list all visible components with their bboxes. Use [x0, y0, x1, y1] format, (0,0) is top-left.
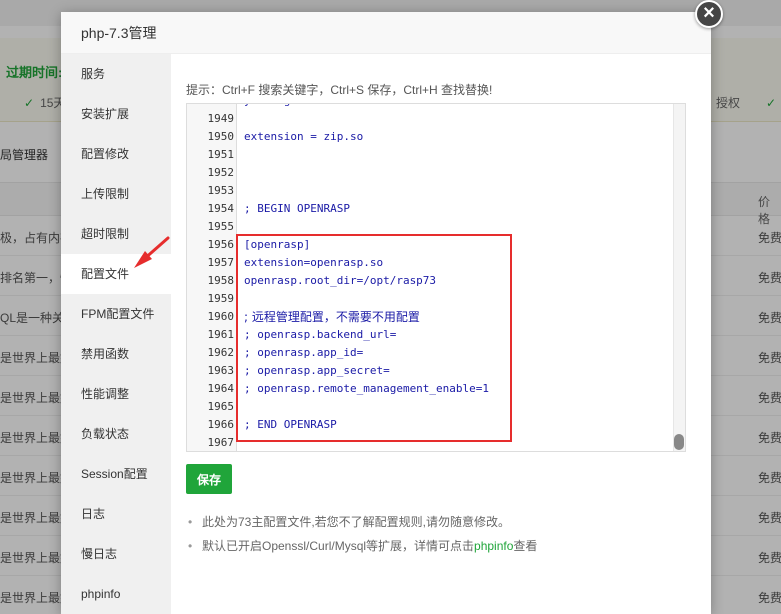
- code-line: 1961 ; openrasp.backend_url=: [187, 326, 673, 344]
- modal-title: php-7.3管理: [61, 12, 711, 54]
- line-number: 1948: [187, 104, 235, 110]
- notes-list: 此处为73主配置文件,若您不了解配置规则,请勿随意修改。 默认已开启Openss…: [186, 510, 537, 558]
- sidebar-item[interactable]: 禁用函数: [61, 334, 171, 374]
- line-text: ; 远程管理配置，不需要不用配置: [244, 310, 420, 324]
- line-text: extension=openrasp.so: [244, 256, 384, 269]
- line-number: 1965: [207, 400, 235, 413]
- sidebar-item[interactable]: 上传限制: [61, 174, 171, 214]
- php-manager-modal: php-7.3管理 服务 安装扩展 配置修改 上传限制 超时限制 配置文件 FPM配置文件禁…: [61, 12, 711, 614]
- code-line: 1953: [187, 182, 673, 200]
- sidebar-item[interactable]: 安装扩展: [61, 94, 171, 134]
- note-text: 查看: [513, 539, 538, 553]
- line-number: 1953: [207, 184, 235, 197]
- close-icon[interactable]: ×: [695, 0, 723, 28]
- line-number: 1961: [207, 328, 235, 341]
- line-text: ; END OPENRASP: [244, 418, 337, 431]
- line-number: 1963: [207, 364, 235, 377]
- sidebar-item[interactable]: 性能调整: [61, 374, 171, 414]
- code-line: 1951: [187, 146, 673, 164]
- code-line: 1948 ytdebug: [187, 104, 673, 110]
- line-number: 1956: [207, 238, 235, 251]
- line-number: 1949: [207, 112, 235, 125]
- code-line: 1956 [openrasp]: [187, 236, 673, 254]
- sidebar-item[interactable]: 超时限制: [61, 214, 171, 254]
- line-number: 1967: [207, 436, 235, 449]
- line-text: ; openrasp.app_id=: [244, 346, 364, 359]
- note-text: 默认已开启Openssl/Curl/Mysql等扩展，详情可点击: [202, 539, 475, 553]
- line-number: 1955: [207, 220, 235, 233]
- code-line: 1963 ; openrasp.app_secret=: [187, 362, 673, 380]
- line-number: 1966: [207, 418, 235, 431]
- line-number: 1959: [207, 292, 235, 305]
- line-text: ; openrasp.backend_url=: [244, 328, 397, 341]
- sidebar-item[interactable]: 慢日志: [61, 534, 171, 574]
- code-line: 1964 ; openrasp.remote_management_enable=…: [187, 380, 673, 398]
- code-lines[interactable]: 1948ytdebug19491950extension = zip.so195…: [187, 104, 673, 451]
- code-line: 1960 ; 远程管理配置，不需要不用配置: [187, 308, 673, 326]
- line-number: 1954: [207, 202, 235, 215]
- line-number: 1960: [207, 310, 235, 323]
- note-text: 此处为73主配置文件,若您不了解配置规则,请勿随意修改。: [202, 515, 511, 529]
- note-item: 默认已开启Openssl/Curl/Mysql等扩展，详情可点击phpinfo查…: [186, 534, 537, 558]
- line-text: ; openrasp.remote_management_enable=1: [244, 382, 490, 395]
- line-number: 1950: [207, 130, 235, 143]
- code-line: 1955: [187, 218, 673, 236]
- line-number: 1951: [207, 148, 235, 161]
- code-line: 1965: [187, 398, 673, 416]
- line-number: 1957: [207, 256, 235, 269]
- code-line: 1967: [187, 434, 673, 451]
- code-line: 1957 extension=openrasp.so: [187, 254, 673, 272]
- note-item: 此处为73主配置文件,若您不了解配置规则,请勿随意修改。: [186, 510, 537, 534]
- line-text: extension = zip.so: [244, 130, 364, 143]
- scrollbar-thumb[interactable]: [674, 434, 684, 450]
- sidebar-item[interactable]: 配置文件: [61, 254, 171, 294]
- line-number: 1962: [207, 346, 235, 359]
- line-number: 1964: [207, 382, 235, 395]
- code-line: 1949: [187, 110, 673, 128]
- sidebar: 服务 安装扩展 配置修改 上传限制 超时限制 配置文件 FPM配置文件 禁用函数 性能调整 负载状…: [61, 54, 171, 614]
- code-line: 1952: [187, 164, 673, 182]
- code-line: 1966 ; END OPENRASP: [187, 416, 673, 434]
- sidebar-item[interactable]: FPM配置文件: [61, 294, 171, 334]
- config-content: 提示：Ctrl+F 搜索关键字，Ctrl+S 保存，Ctrl+H 查找替换! 1…: [171, 54, 711, 614]
- save-button[interactable]: 保存: [186, 464, 232, 494]
- code-line: 1962 ; openrasp.app_id=: [187, 344, 673, 362]
- phpinfo-link[interactable]: phpinfo: [474, 539, 513, 553]
- sidebar-item[interactable]: phpinfo: [61, 574, 171, 614]
- editor-scrollbar[interactable]: [673, 104, 685, 451]
- line-text: ; BEGIN OPENRASP: [244, 202, 350, 215]
- code-editor[interactable]: 1948ytdebug19491950extension = zip.so195…: [186, 103, 686, 452]
- sidebar-item[interactable]: 日志: [61, 494, 171, 534]
- line-text: ytdebug: [244, 104, 290, 110]
- line-text: openrasp.root_dir=/opt/rasp73: [244, 274, 437, 287]
- sidebar-item[interactable]: 服务: [61, 54, 171, 94]
- sidebar-item[interactable]: Session配置: [61, 454, 171, 494]
- line-number: 1952: [207, 166, 235, 179]
- line-text: ; openrasp.app_secret=: [244, 364, 390, 377]
- code-line: 1950 extension = zip.so: [187, 128, 673, 146]
- code-line: 1959: [187, 290, 673, 308]
- sidebar-item[interactable]: 配置修改: [61, 134, 171, 174]
- sidebar-item[interactable]: 负载状态: [61, 414, 171, 454]
- code-line: 1954 ; BEGIN OPENRASP: [187, 200, 673, 218]
- code-line: 1958 openrasp.root_dir=/opt/rasp73: [187, 272, 673, 290]
- editor-hint: 提示：Ctrl+F 搜索关键字，Ctrl+S 保存，Ctrl+H 查找替换!: [186, 83, 493, 97]
- line-number: 1958: [207, 274, 235, 287]
- line-text: [openrasp]: [244, 238, 311, 251]
